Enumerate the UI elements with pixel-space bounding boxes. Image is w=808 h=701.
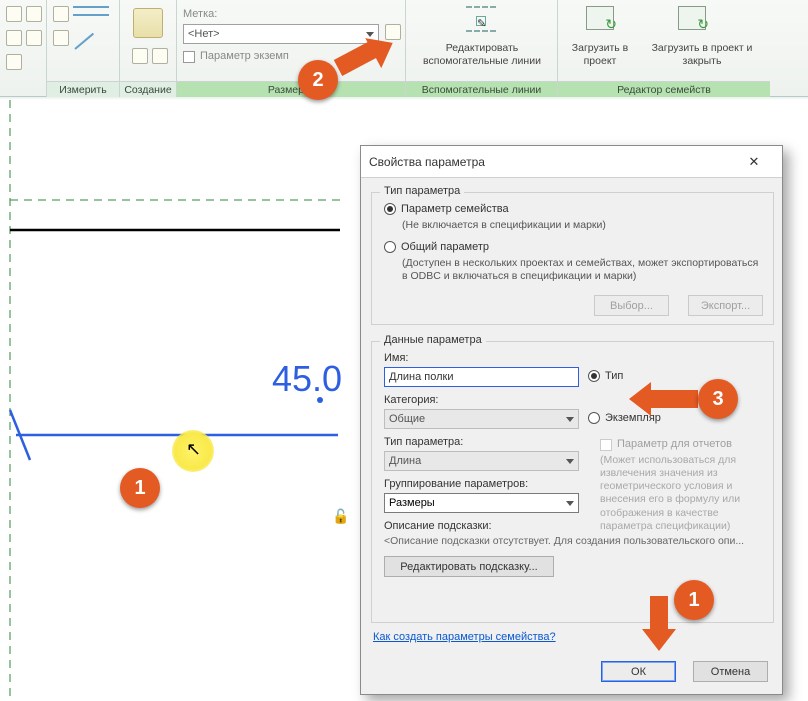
ribbon-group-create: Создание [120, 0, 177, 97]
checkbox-icon [600, 439, 612, 451]
family-param-label: Параметр семейства [401, 203, 509, 215]
parameter-properties-dialog: Свойства параметра ✕ Тип параметра Парам… [360, 145, 783, 695]
name-label: Имя: [384, 352, 408, 364]
edit-aux-icon[interactable]: ✎ [466, 6, 496, 32]
ribbon-label-measure: Измерить [47, 81, 119, 97]
dialog-titlebar[interactable]: Свойства параметра ✕ [361, 146, 782, 178]
callout-2: 2 [298, 60, 338, 100]
callout-1b: 1 [674, 580, 714, 620]
name-input[interactable]: Длина полки [384, 367, 579, 387]
ribbon-icon-1e[interactable] [6, 54, 22, 70]
diagonal-icon[interactable] [73, 30, 95, 52]
dialog-title-text: Свойства параметра [369, 155, 734, 169]
name-input-value: Длина полки [389, 371, 453, 383]
grouping-label: Группирование параметров: [384, 478, 528, 490]
create-big-icon[interactable] [133, 8, 163, 38]
grouping-dropdown[interactable]: Размеры [384, 493, 579, 513]
report-checkbox: Параметр для отчетов [600, 438, 732, 451]
mark-dropdown[interactable]: <Нет> [183, 24, 379, 44]
callout-2-label: 2 [312, 69, 323, 92]
callout-3-arrow-body [650, 390, 698, 408]
callout-3-label: 3 [712, 388, 723, 411]
callout-1b-arrow-head [642, 629, 676, 651]
tooltip-text: <Описание подсказки отсутствует. Для соз… [384, 535, 764, 548]
type-param-dropdown: Длина [384, 451, 579, 471]
type-radio[interactable]: Тип [588, 370, 623, 382]
callout-1b-arrow-body [650, 596, 668, 630]
cursor-icon: ↖ [186, 439, 201, 460]
mark-label: Метка: [183, 8, 217, 20]
ribbon-label-family-editor: Редактор семейств [558, 81, 770, 97]
ribbon-icon-cr1[interactable] [132, 48, 148, 64]
type-param-label: Тип параметра: [384, 436, 463, 448]
ribbon-icon-1d[interactable] [26, 30, 42, 46]
callout-1b-label: 1 [688, 589, 699, 612]
edit-tooltip-button[interactable]: Редактировать подсказку... [384, 556, 554, 577]
callout-1-label: 1 [134, 477, 145, 500]
report-note: (Может использоваться для извлечения зна… [600, 454, 768, 533]
load-project-label: Загрузить в проект [562, 42, 638, 67]
instance-param-checkbox[interactable]: Параметр экземп [183, 50, 289, 63]
ribbon-label-size: Размер м [177, 81, 405, 97]
ribbon: Измерить Создание Метка: <Нет> Параметр … [0, 0, 808, 97]
ok-button[interactable]: ОК [601, 661, 676, 682]
checkbox-icon [183, 51, 195, 63]
help-link[interactable]: Как создать параметры семейства? [373, 631, 556, 643]
callout-3: 3 [698, 379, 738, 419]
chevron-down-icon [566, 459, 574, 464]
param-type-group: Тип параметра Параметр семейства (Не вкл… [371, 192, 774, 325]
report-checkbox-label: Параметр для отчетов [617, 438, 732, 450]
radio-icon [588, 412, 600, 424]
ribbon-icon-cr2[interactable] [152, 48, 168, 64]
shared-param-note: (Доступен в нескольких проектах и семейс… [402, 257, 762, 283]
radio-icon [384, 203, 396, 215]
ribbon-icon-1c[interactable] [6, 30, 22, 46]
ribbon-icon-m1[interactable] [53, 6, 69, 22]
grouping-value: Размеры [389, 497, 435, 509]
dimension-icon[interactable] [73, 6, 109, 16]
load-close-icon[interactable]: ↻ [678, 6, 706, 30]
export-button: Экспорт... [688, 295, 763, 316]
radio-icon [384, 241, 396, 253]
ribbon-icon-1b[interactable] [26, 6, 42, 22]
ribbon-group-measure: Измерить [47, 0, 120, 97]
ribbon-group-family-editor: ↻ Загрузить в проект ↻ Загрузить в проек… [558, 0, 770, 97]
dimension-value[interactable]: 45.0 [272, 358, 342, 400]
ribbon-group-aux: ✎ Редактировать вспомогательные линии Вс… [406, 0, 558, 97]
callout-1: 1 [120, 468, 160, 508]
cancel-button[interactable]: Отмена [693, 661, 768, 682]
type-param-value: Длина [389, 455, 421, 467]
shared-param-radio[interactable]: Общий параметр [384, 241, 489, 253]
type-radio-label: Тип [605, 370, 623, 382]
ribbon-icon-1a[interactable] [6, 6, 22, 22]
load-project-icon[interactable]: ↻ [586, 6, 614, 30]
radio-icon [588, 370, 600, 382]
ribbon-icon-m2[interactable] [53, 30, 69, 46]
callout-3-arrow-head [629, 382, 651, 416]
close-button[interactable]: ✕ [734, 150, 774, 174]
ribbon-label-aux: Вспомогательные линии [406, 81, 557, 97]
ribbon-label-create: Создание [120, 81, 176, 97]
select-button: Выбор... [594, 295, 669, 316]
load-close-label: Загрузить в проект и закрыть [642, 42, 762, 67]
instance-param-label: Параметр экземп [200, 50, 289, 62]
family-param-radio[interactable]: Параметр семейства [384, 203, 509, 215]
unlock-icon[interactable]: 🔓 [332, 508, 349, 525]
category-dropdown: Общие [384, 409, 579, 429]
param-data-group-label: Данные параметра [380, 334, 486, 346]
chevron-down-icon [566, 417, 574, 422]
param-type-group-label: Тип параметра [380, 185, 464, 197]
tooltip-label: Описание подсказки: [384, 520, 492, 532]
chevron-down-icon [566, 501, 574, 506]
mark-dropdown-value: <Нет> [188, 28, 220, 40]
edit-aux-label: Редактировать вспомогательные линии [410, 42, 554, 67]
category-label: Категория: [384, 394, 438, 406]
ribbon-group-first [0, 0, 47, 97]
category-value: Общие [389, 413, 425, 425]
shared-param-label: Общий параметр [401, 241, 489, 253]
family-param-note: (Не включается в спецификации и марки) [402, 219, 606, 232]
